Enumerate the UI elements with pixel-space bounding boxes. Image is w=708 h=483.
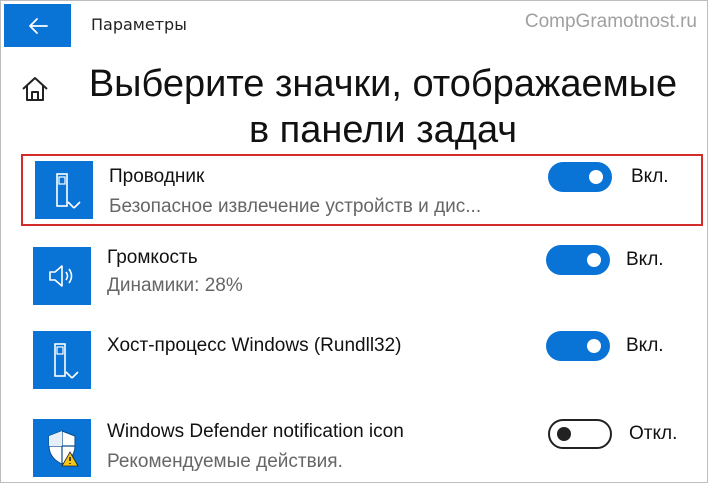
usb-drive-icon xyxy=(35,161,93,219)
page-title: Выберите значки, отображаемые в панели з… xyxy=(83,61,683,153)
speaker-icon xyxy=(33,247,91,305)
arrow-left-icon xyxy=(28,17,48,34)
list-item-rundll32: Хост-процесс Windows (Rundll32) Вкл. xyxy=(21,325,703,397)
item-name: Громкость xyxy=(107,247,198,268)
list-item-explorer: Проводник Безопасное извлечение устройст… xyxy=(21,154,703,226)
usb-drive-icon xyxy=(33,331,91,389)
toggle-state-label: Вкл. xyxy=(631,166,669,187)
page-title-line1: Выберите значки, отображаемые xyxy=(88,63,678,105)
toggle-switch[interactable] xyxy=(546,331,610,361)
window-title: Параметры xyxy=(91,15,187,34)
home-icon[interactable] xyxy=(21,76,49,102)
item-description: Рекомендуемые действия. xyxy=(107,451,343,472)
toggle-knob xyxy=(587,253,601,267)
list-item-volume: Громкость Динамики: 28% Вкл. xyxy=(21,241,703,313)
item-name: Проводник xyxy=(109,166,205,187)
toggle-state-label: Откл. xyxy=(629,423,678,444)
watermark: CompGramotnost.ru xyxy=(524,11,697,32)
toggle-state-label: Вкл. xyxy=(626,249,664,270)
item-description: Безопасное извлечение устройств и дис... xyxy=(109,196,482,217)
page-title-line2: в панели задач xyxy=(248,109,518,151)
item-name: Windows Defender notification icon xyxy=(107,421,404,442)
toggle-knob xyxy=(587,339,601,353)
toggle-knob xyxy=(557,427,571,441)
toggle-switch[interactable] xyxy=(548,419,612,449)
defender-shield-warning-icon xyxy=(33,419,91,477)
toggle-knob xyxy=(589,170,603,184)
toggle-switch[interactable] xyxy=(546,245,610,275)
toggle-state-label: Вкл. xyxy=(626,335,664,356)
toggle-switch[interactable] xyxy=(548,162,612,192)
settings-window: Параметры CompGramotnost.ru Выберите зна… xyxy=(0,0,708,483)
back-button[interactable] xyxy=(4,4,71,47)
item-name: Хост-процесс Windows (Rundll32) xyxy=(107,335,402,356)
item-description: Динамики: 28% xyxy=(107,275,243,296)
list-item-defender: Windows Defender notification icon Реком… xyxy=(21,411,703,483)
